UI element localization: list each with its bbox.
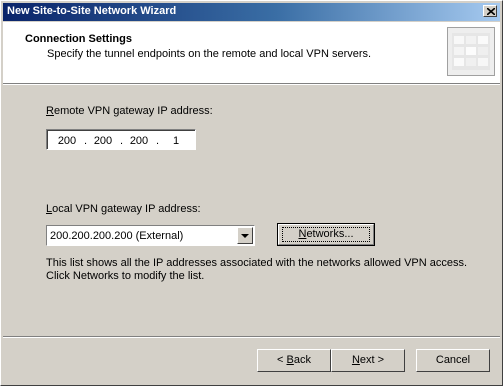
local-gateway-selected: 200.200.200.200 (External) <box>50 230 184 242</box>
back-button[interactable]: < Back <box>257 349 331 372</box>
cancel-button[interactable]: Cancel <box>416 349 490 372</box>
header-divider <box>3 83 500 85</box>
networks-button-label: Networks... <box>298 228 354 240</box>
ip-octet-3[interactable]: 200 <box>128 135 150 147</box>
ip-field-border: 200 . 200 . 200 . 1 <box>47 130 195 149</box>
wizard-logo-icon <box>447 27 495 76</box>
ip-octet-2[interactable]: 200 <box>92 135 114 147</box>
ip-octet-4[interactable]: 1 <box>165 135 187 147</box>
networks-button[interactable]: Networks... <box>277 223 375 246</box>
window-title: New Site-to-Site Network Wizard <box>7 5 177 17</box>
close-icon <box>487 8 495 15</box>
networks-info-line-1: This list shows all the IP addresses ass… <box>46 257 468 269</box>
ip-dot: . <box>84 135 88 147</box>
ip-octet-1[interactable]: 200 <box>56 135 78 147</box>
dropdown-button[interactable] <box>237 227 253 244</box>
ip-dot: . <box>156 135 160 147</box>
footer-divider <box>3 336 500 338</box>
title-bar[interactable]: New Site-to-Site Network Wizard <box>3 3 500 21</box>
back-button-label: < Back <box>277 354 311 366</box>
next-button[interactable]: Next > <box>331 349 405 372</box>
remote-gateway-label: Remote VPN gateway IP address: <box>46 105 213 117</box>
local-gateway-select[interactable]: 200.200.200.200 (External) <box>46 225 255 246</box>
local-gateway-label: Local VPN gateway IP address: <box>46 203 201 215</box>
close-button[interactable] <box>483 5 497 17</box>
wizard-header: Connection Settings Specify the tunnel e… <box>3 22 500 83</box>
next-button-label: Next > <box>351 354 385 366</box>
page-subtitle: Specify the tunnel endpoints on the remo… <box>47 48 372 60</box>
remote-gateway-ip-input[interactable]: 200 . 200 . 200 . 1 <box>46 129 196 150</box>
wizard-window: New Site-to-Site Network Wizard Connecti… <box>0 0 503 386</box>
chevron-down-icon <box>241 234 249 238</box>
networks-info-line-2: Click Networks to modify the list. <box>46 270 205 282</box>
ip-dot: . <box>120 135 124 147</box>
page-title: Connection Settings <box>25 33 132 45</box>
